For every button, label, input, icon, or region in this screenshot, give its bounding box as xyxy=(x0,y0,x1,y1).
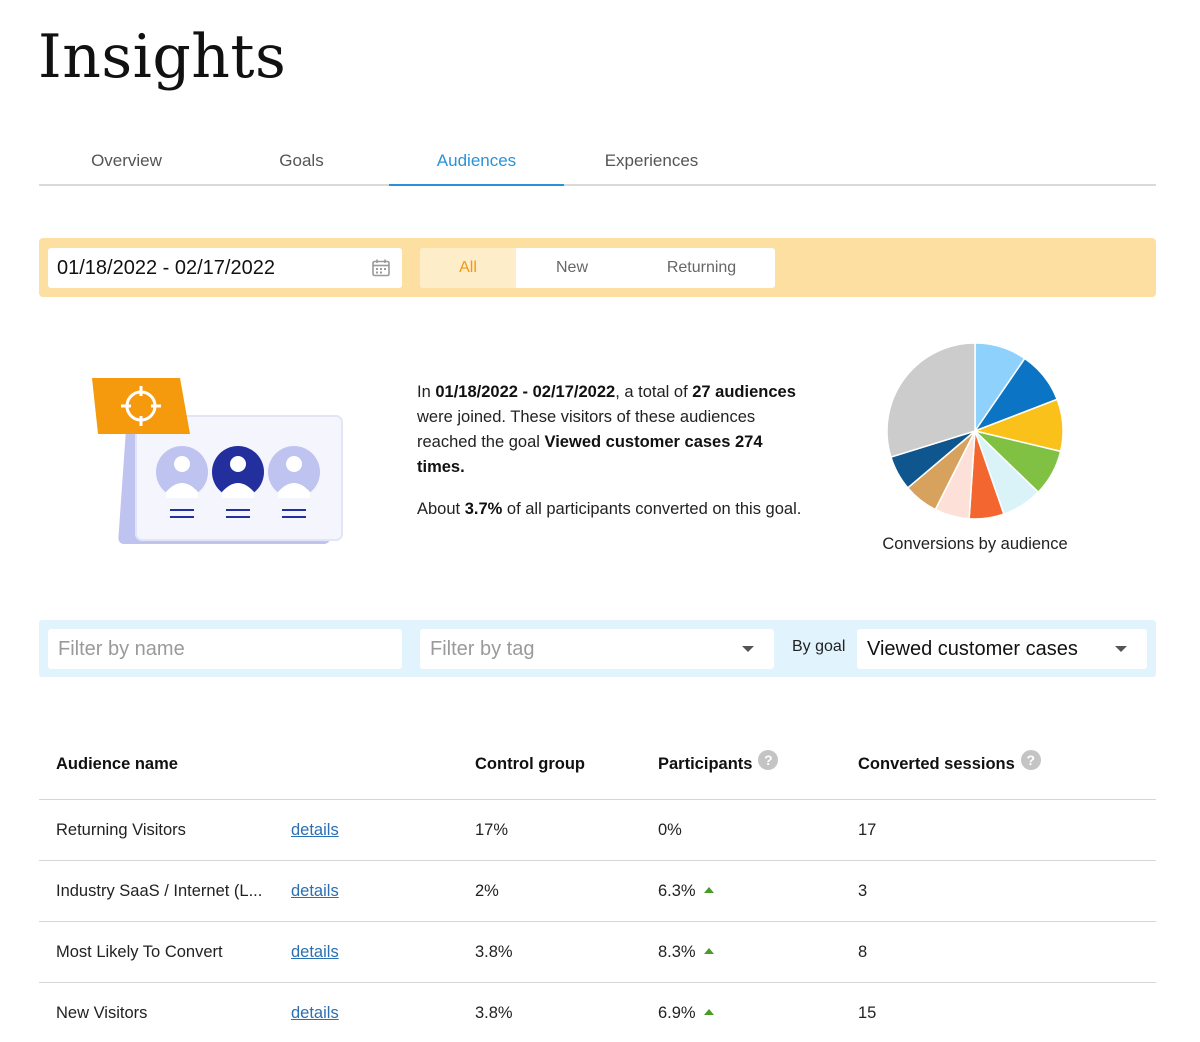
trend-up-icon xyxy=(703,948,714,954)
goal-select[interactable]: Viewed customer cases xyxy=(857,629,1147,669)
control-group-cell: 3.8% xyxy=(475,943,513,961)
visitor-segment-control: All New Returning xyxy=(420,248,775,288)
help-icon[interactable]: ? xyxy=(1020,749,1041,770)
help-icon[interactable]: ? xyxy=(758,749,779,770)
audience-summary: In 01/18/2022 - 02/17/2022, a total of 2… xyxy=(417,380,802,539)
tab-experiences[interactable]: Experiences xyxy=(564,138,739,184)
control-group-cell: 17% xyxy=(475,821,509,839)
details-link[interactable]: details xyxy=(291,943,339,962)
chart-title: Conversions by audience xyxy=(882,535,1068,553)
audience-name-cell: Most Likely To Convert xyxy=(56,943,223,961)
converted-sessions-cell: 3 xyxy=(858,882,868,900)
tag-select-placeholder: Filter by tag xyxy=(430,637,535,660)
date-range-value: 01/18/2022 - 02/17/2022 xyxy=(57,256,275,279)
control-group-cell: 3.8% xyxy=(475,1004,513,1022)
audience-target-illustration xyxy=(92,378,343,544)
chevron-down-icon xyxy=(1115,646,1127,652)
header-audience-name[interactable]: Audience name xyxy=(56,755,178,774)
details-link[interactable]: details xyxy=(291,821,339,840)
table-row: Most Likely To Convert details 3.8% 8.3%… xyxy=(39,922,1156,983)
details-link[interactable]: details xyxy=(291,882,339,901)
converted-sessions-cell: 8 xyxy=(858,943,868,961)
details-link[interactable]: details xyxy=(291,1004,339,1023)
segment-new[interactable]: New xyxy=(516,248,628,288)
tab-audiences[interactable]: Audiences xyxy=(389,138,564,186)
audiences-table: Audience name Control group Participants… xyxy=(39,738,1156,1042)
trend-up-icon xyxy=(703,1009,714,1015)
calendar-icon[interactable] xyxy=(371,258,391,278)
conversion-paragraph: About 3.7% of all participants converted… xyxy=(417,500,802,518)
date-filter-bar: 01/18/2022 - 02/17/2022 All New Returnin… xyxy=(39,238,1156,297)
person-icon xyxy=(268,446,320,498)
audience-filter-bar: Filter by tag By goal Viewed customer ca… xyxy=(39,620,1156,677)
pie-svg xyxy=(886,342,1064,520)
participants-cell: 6.3% xyxy=(658,882,714,901)
audience-name-cell: Industry SaaS / Internet (L... xyxy=(56,882,263,900)
filter-by-name-input[interactable] xyxy=(48,629,402,669)
tab-goals[interactable]: Goals xyxy=(214,138,389,184)
header-control-group[interactable]: Control group xyxy=(475,755,585,774)
control-group-cell: 2% xyxy=(475,882,499,900)
trend-up-icon xyxy=(703,887,714,893)
goal-select-value: Viewed customer cases xyxy=(867,637,1078,660)
table-row: Returning Visitors details 17% 0% 17 xyxy=(39,800,1156,861)
audience-name-cell: New Visitors xyxy=(56,1004,148,1022)
segment-returning[interactable]: Returning xyxy=(628,248,775,288)
date-range-input[interactable]: 01/18/2022 - 02/17/2022 xyxy=(48,248,402,288)
summary-paragraph: In 01/18/2022 - 02/17/2022, a total of 2… xyxy=(417,383,796,476)
participants-cell: 0% xyxy=(658,821,682,839)
audience-name-cell: Returning Visitors xyxy=(56,821,186,839)
converted-sessions-cell: 17 xyxy=(858,821,877,839)
person-icon xyxy=(212,446,264,498)
table-row: Industry SaaS / Internet (L... details 2… xyxy=(39,861,1156,922)
by-goal-label: By goal xyxy=(792,638,846,655)
table-row: New Visitors details 3.8% 6.9% 15 xyxy=(39,983,1156,1042)
tab-bar: Overview Goals Audiences Experiences xyxy=(39,138,1156,186)
participants-cell: 6.9% xyxy=(658,1004,714,1023)
header-participants[interactable]: Participants? xyxy=(658,749,779,774)
conversions-pie-chart: Conversions by audience xyxy=(880,338,1070,588)
header-converted-sessions[interactable]: Converted sessions? xyxy=(858,749,1041,774)
filter-by-tag-select[interactable]: Filter by tag xyxy=(420,629,774,669)
chevron-down-icon xyxy=(742,646,754,652)
segment-all[interactable]: All xyxy=(420,248,516,288)
converted-sessions-cell: 15 xyxy=(858,1004,877,1022)
tab-overview[interactable]: Overview xyxy=(39,138,214,184)
table-header: Audience name Control group Participants… xyxy=(39,738,1156,800)
participants-cell: 8.3% xyxy=(658,943,714,962)
person-icon xyxy=(156,446,208,498)
page-title: Insights xyxy=(38,22,287,92)
